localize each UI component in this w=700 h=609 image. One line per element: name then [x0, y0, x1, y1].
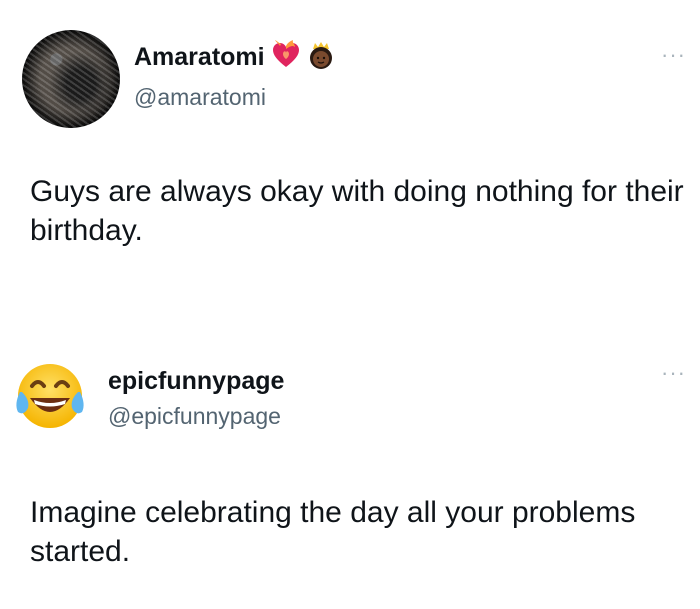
display-name[interactable]: epicfunnypage: [108, 367, 284, 396]
tears-of-joy-icon[interactable]: [10, 356, 90, 436]
display-name[interactable]: Amaratomi: [134, 43, 265, 72]
tweet-card[interactable]: Amaratomi @amaratomi ··· Guys are always…: [0, 0, 700, 300]
tweet-text: Guys are always okay with doing nothing …: [30, 175, 684, 247]
tweet-card[interactable]: epicfunnypage @epicfunnypage ··· Imagine…: [0, 330, 700, 609]
name-row: epicfunnypage: [108, 367, 284, 396]
more-options-icon[interactable]: ···: [661, 44, 686, 66]
handle[interactable]: @epicfunnypage: [108, 403, 281, 430]
heart-on-fire-icon: [271, 40, 301, 75]
princess-icon: [307, 40, 335, 75]
tweet-text: Imagine celebrating the day all your pro…: [30, 496, 636, 568]
avatar[interactable]: [22, 30, 120, 128]
name-row: Amaratomi: [134, 40, 335, 75]
more-options-icon[interactable]: ···: [661, 362, 686, 384]
handle[interactable]: @amaratomi: [134, 84, 266, 111]
